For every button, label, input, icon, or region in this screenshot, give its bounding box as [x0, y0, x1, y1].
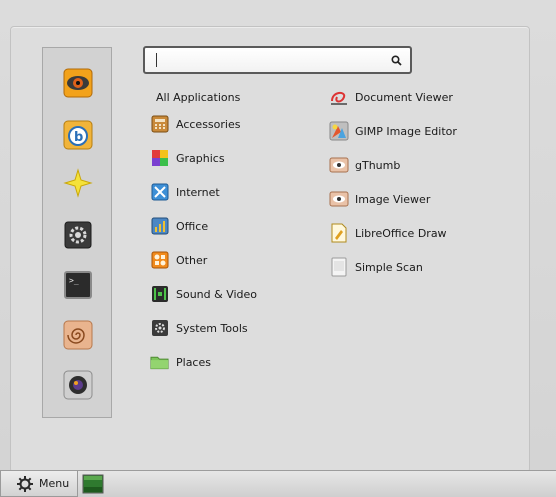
- favorite-star[interactable]: [63, 168, 93, 198]
- favorite-banshee[interactable]: b: [63, 120, 93, 150]
- desktop-icon: [82, 474, 104, 497]
- search-icon[interactable]: [391, 55, 402, 69]
- menu-button[interactable]: Menu: [0, 471, 78, 497]
- terminal-icon: >_: [63, 270, 93, 300]
- category-label: Sound & Video: [176, 287, 258, 301]
- star-icon: [63, 168, 93, 198]
- app-simple-scan[interactable]: Simple Scan: [329, 256, 529, 278]
- menu-label: Menu: [39, 477, 70, 490]
- text-caret: [156, 53, 157, 67]
- app-gimp[interactable]: GIMP Image Editor: [329, 120, 529, 142]
- app-gthumb[interactable]: gThumb: [329, 154, 529, 176]
- category-label: Internet: [176, 185, 220, 199]
- internet-icon: [150, 183, 169, 202]
- libreoffice-draw-icon: [329, 223, 349, 243]
- category-graphics[interactable]: Graphics: [150, 147, 300, 169]
- camera-icon: [63, 370, 93, 400]
- gimp-icon: [329, 121, 349, 141]
- category-sound-video[interactable]: Sound & Video: [150, 283, 300, 305]
- favorite-shell[interactable]: [63, 320, 93, 350]
- category-places[interactable]: Places: [150, 351, 300, 373]
- category-system-tools[interactable]: System Tools: [150, 317, 300, 339]
- banshee-icon: b: [63, 120, 93, 150]
- eye-icon: [63, 68, 93, 98]
- category-label: Other: [176, 253, 208, 267]
- system-tools-icon: [150, 319, 169, 338]
- folder-icon: [150, 353, 169, 372]
- gthumb-icon: [329, 155, 349, 175]
- scanner-icon: [329, 257, 349, 277]
- image-viewer-icon: [329, 189, 349, 209]
- category-label: System Tools: [176, 321, 248, 335]
- category-other[interactable]: Other: [150, 249, 300, 271]
- svg-text:b: b: [74, 130, 83, 145]
- taskbar: Menu: [0, 470, 556, 497]
- favorite-eye[interactable]: [63, 68, 93, 98]
- document-viewer-icon: [329, 87, 349, 107]
- search-box[interactable]: [143, 46, 412, 74]
- category-internet[interactable]: Internet: [150, 181, 300, 203]
- app-label: Document Viewer: [355, 90, 453, 104]
- search-input[interactable]: [155, 52, 375, 68]
- all-applications-item[interactable]: All Applications: [156, 91, 240, 104]
- app-label: Image Viewer: [355, 192, 431, 206]
- graphics-icon: [150, 149, 169, 168]
- favorites-sidebar: b >_: [42, 47, 112, 418]
- favorite-terminal[interactable]: >_: [63, 270, 93, 300]
- accessories-icon: [150, 115, 169, 134]
- settings-icon: [63, 220, 93, 250]
- app-label: gThumb: [355, 158, 401, 172]
- app-label: LibreOffice Draw: [355, 226, 447, 240]
- favorite-settings[interactable]: [63, 220, 93, 250]
- svg-text:>_: >_: [69, 276, 79, 285]
- menu-window: b >_ All Applications Accessories Graphi…: [0, 0, 556, 473]
- app-label: Simple Scan: [355, 260, 423, 274]
- category-label: Accessories: [176, 117, 241, 131]
- app-image-viewer[interactable]: Image Viewer: [329, 188, 529, 210]
- app-label: GIMP Image Editor: [355, 124, 457, 138]
- app-libreoffice-draw[interactable]: LibreOffice Draw: [329, 222, 529, 244]
- category-label: Places: [176, 355, 211, 369]
- category-office[interactable]: Office: [150, 215, 300, 237]
- category-label: Graphics: [176, 151, 225, 165]
- show-desktop-button[interactable]: [82, 474, 104, 494]
- office-icon: [150, 217, 169, 236]
- other-icon: [150, 251, 169, 270]
- app-document-viewer[interactable]: Document Viewer: [329, 86, 529, 108]
- favorite-camera[interactable]: [63, 370, 93, 400]
- gear-icon: [17, 475, 33, 492]
- category-label: Office: [176, 219, 209, 233]
- shell-icon: [63, 320, 93, 350]
- sound-video-icon: [150, 285, 169, 304]
- category-accessories[interactable]: Accessories: [150, 113, 300, 135]
